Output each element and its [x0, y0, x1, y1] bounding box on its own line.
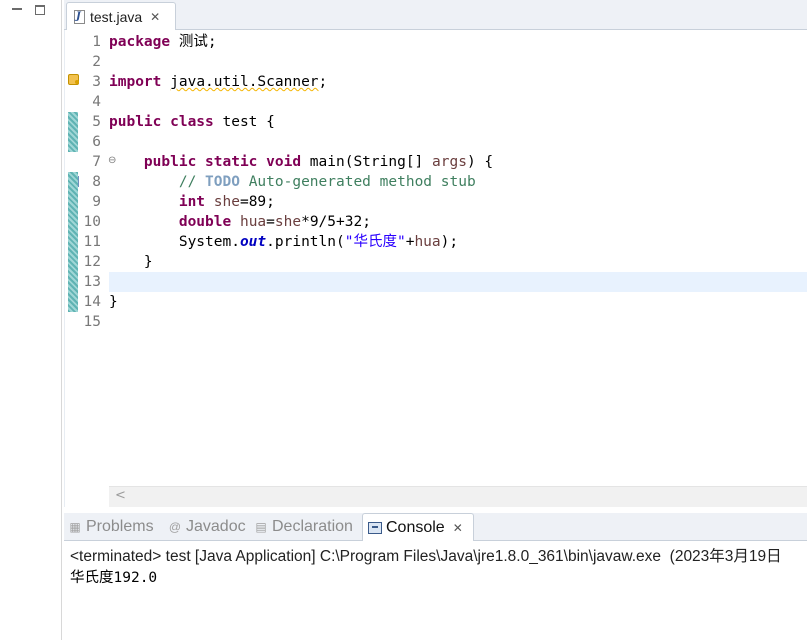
console-icon — [368, 521, 382, 534]
code-line: import java.util.Scanner; — [109, 74, 328, 90]
at-icon: @ — [168, 520, 182, 534]
tab-problems[interactable]: ▦ Problems — [68, 513, 153, 541]
code-editor[interactable]: 1 2 3 4 5 6 7 8 9 10 11 12 13 14 15 ⊖ pa… — [65, 30, 807, 507]
editor-tab-test-java[interactable]: J test.java ✕ — [66, 2, 176, 31]
current-line-highlight — [109, 272, 807, 292]
line-number: 4 — [92, 94, 101, 110]
tab-javadoc[interactable]: @ Javadoc — [168, 513, 246, 541]
console-status-line: <terminated> test [Java Application] C:\… — [70, 548, 782, 565]
editor-tab-label: test.java — [90, 9, 143, 25]
bottom-panel-tab-bar: ▦ Problems @ Javadoc ▤ Declaration Conso… — [64, 513, 807, 541]
code-line: // TODO Auto-generated method stub — [178, 174, 476, 190]
code-line: package 测试; — [109, 34, 217, 50]
line-number-gutter: 1 2 3 4 5 6 7 8 9 10 11 12 13 14 15 ⊖ — [81, 30, 116, 507]
tab-declaration[interactable]: ▤ Declaration — [254, 513, 353, 541]
line-number: 2 — [92, 54, 101, 70]
console-output-text: 华氏度192.0 — [70, 570, 158, 586]
code-line: double hua=she*9/5+32; — [178, 214, 371, 230]
scroll-left-icon[interactable]: < — [115, 488, 126, 503]
code-line: public static void main(String[] args) { — [143, 154, 494, 170]
line-number: 15 — [83, 314, 101, 330]
vertical-ruler — [65, 30, 81, 507]
console-view: ▦ Problems @ Javadoc ▤ Declaration Conso… — [64, 513, 807, 640]
line-number: 9 — [92, 194, 101, 210]
code-line: } — [109, 254, 153, 270]
line-number: 12 — [83, 254, 101, 270]
code-line: public class test { — [109, 114, 275, 130]
quick-diff-change-bar — [68, 172, 78, 312]
editor-tab-bar: J test.java ✕ — [64, 0, 807, 31]
line-number: 6 — [92, 134, 101, 150]
java-file-icon: J — [73, 9, 86, 25]
problems-icon: ▦ — [69, 520, 81, 534]
minimize-icon[interactable] — [12, 8, 22, 10]
close-icon[interactable]: ✕ — [453, 521, 463, 535]
console-output-area[interactable]: <terminated> test [Java Application] C:\… — [64, 541, 807, 640]
code-line: System.out.println("华氏度"+hua); — [178, 234, 459, 250]
quick-diff-change-bar — [68, 112, 78, 152]
line-number: 8 — [92, 174, 101, 190]
horizontal-scrollbar[interactable]: < — [109, 486, 807, 507]
tab-console[interactable]: Console ✕ — [362, 513, 474, 541]
maximize-icon[interactable] — [35, 5, 45, 15]
line-number: 7 — [92, 154, 101, 170]
left-minimized-view — [0, 0, 62, 640]
line-number: 13 — [83, 274, 101, 290]
code-line: int she=89; — [178, 194, 275, 210]
code-text-area[interactable]: package 测试; import java.util.Scanner; pu… — [109, 30, 807, 486]
warning-lightbulb-icon[interactable] — [68, 74, 79, 85]
line-number: 5 — [92, 114, 101, 130]
declaration-icon: ▤ — [255, 520, 267, 534]
code-line: } — [109, 294, 118, 310]
line-number: 11 — [83, 234, 101, 250]
unused-import-warning: java.util.Scanner — [170, 74, 319, 90]
editor-area: J test.java ✕ 1 2 3 4 5 6 7 8 9 10 11 12… — [64, 0, 807, 507]
line-number: 1 — [92, 34, 101, 50]
line-number: 14 — [83, 294, 101, 310]
close-icon[interactable]: ✕ — [150, 10, 160, 24]
line-number: 3 — [92, 74, 101, 90]
line-number: 10 — [83, 214, 101, 230]
